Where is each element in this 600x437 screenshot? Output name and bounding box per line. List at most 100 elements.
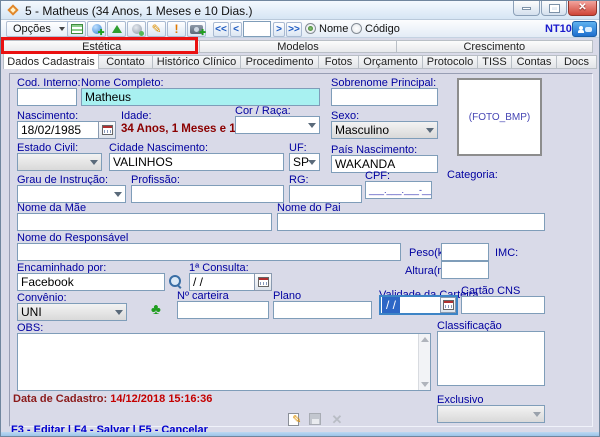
validade-selected-text: / / [382,297,400,313]
validade-calendar-button[interactable] [440,297,456,313]
edit-note-icon: ✎ [288,413,299,426]
search-icon[interactable] [168,274,182,288]
tab-historico-clinico[interactable]: Histórico Clínico [153,55,241,69]
app-window: 5 - Matheus (34 Anos, 1 Meses e 10 Dias.… [0,0,600,437]
tab-estetica[interactable]: Estética [3,40,200,53]
minimize-icon [522,7,531,10]
edit-note-button[interactable]: ✎ [284,411,302,427]
tab-modelos[interactable]: Modelos [200,40,396,53]
cod-interno-input[interactable] [17,88,77,106]
data-cadastro-value: 14/12/2018 15:16:36 [110,393,212,405]
edit-button[interactable]: ✎ [147,21,166,37]
app-diamond-icon [7,4,18,15]
nascimento-calendar-button[interactable] [98,121,116,139]
cor-raca-select[interactable] [235,116,320,134]
nav-last-button[interactable]: >> [286,22,302,37]
record-search-input[interactable] [243,21,271,37]
scroll-up-icon [421,337,429,342]
chevron-down-icon [115,310,123,315]
cancel-icon: ✕ [332,413,343,426]
tab-dados-cadastrais[interactable]: Dados Cadastrais [3,53,99,69]
user-status-icon [132,24,142,34]
patient-photo-placeholder: (FOTO_BMP) [457,78,542,156]
save-button[interactable] [306,411,324,427]
toolbar: Opções ✚ ✎ ! ✚ << < > >> Nome Código NT1… [1,20,599,38]
nome-completo-input[interactable]: Matheus [81,88,320,106]
tab-contas[interactable]: Contas [512,55,557,69]
chevron-down-icon [59,27,65,31]
user-status-button[interactable] [127,21,146,37]
peso-input[interactable] [441,243,489,261]
tab-tiss[interactable]: TISS [478,55,512,69]
cidade-nascimento-input[interactable]: VALINHOS [109,153,284,171]
chevron-down-icon [90,160,98,165]
calendar-icon [102,125,113,135]
radio-nome-label: Nome [319,23,348,35]
responsavel-input[interactable] [17,243,401,261]
radio-codigo[interactable] [351,23,362,34]
tab-contato[interactable]: Contato [99,55,153,69]
consulta-calendar-button[interactable] [254,273,272,291]
close-button[interactable]: ✕ [568,1,597,16]
rg-input[interactable] [289,185,362,203]
encaminhado-input[interactable]: Facebook [17,273,165,291]
cartao-cns-input[interactable] [461,296,545,314]
chevron-down-icon [533,412,541,417]
options-label: Opções [7,23,51,35]
pencil-icon: ✎ [151,23,161,35]
secondary-tab-bar: Estética Modelos Crescimento [3,40,593,53]
triangle-button[interactable] [107,21,126,37]
classificacao-listbox[interactable] [437,331,545,386]
tab-fotos[interactable]: Fotos [319,55,359,69]
nav-first-button[interactable]: << [213,22,229,37]
calendar-icon [443,300,454,310]
tab-protocolo[interactable]: Protocolo [423,55,478,69]
maximize-icon [550,5,559,12]
add-record-button[interactable]: ✚ [87,21,106,37]
nascimento-input[interactable]: 18/02/1985 [17,121,99,139]
data-cadastro-label: Data de Cadastro: [13,393,107,405]
alert-button[interactable]: ! [167,21,186,37]
validade-input[interactable]: / / [379,295,458,315]
estado-civil-select[interactable] [17,153,102,171]
uf-select[interactable]: SP [289,153,320,171]
nav-next-button[interactable]: > [273,22,285,37]
profissao-input[interactable] [131,185,284,203]
radio-nome[interactable] [305,23,316,34]
tab-crescimento[interactable]: Crescimento [397,40,593,53]
cancel-button[interactable]: ✕ [328,411,346,427]
convenio-select[interactable]: UNI [17,303,127,321]
speech-bubble-icon [585,27,592,32]
minimize-button[interactable] [513,1,540,16]
data-cadastro: Data de Cadastro: 14/12/2018 15:16:36 [13,393,212,405]
sexo-select[interactable]: Masculino [331,121,438,139]
add-plan-clover-icon[interactable]: ♣ [151,302,161,317]
obs-textarea[interactable] [17,333,431,391]
chevron-down-icon [308,123,316,128]
nome-pai-input[interactable] [277,213,545,231]
altura-input[interactable] [441,261,489,279]
sobrenome-input[interactable] [331,88,438,106]
form-button[interactable] [67,21,86,37]
chevron-down-icon [308,160,316,165]
options-menu-button[interactable]: Opções [6,21,70,37]
tab-docs[interactable]: Docs [557,55,597,69]
exclusivo-select[interactable] [437,405,545,423]
consulta-input[interactable]: / / [189,273,255,291]
tab-orcamento[interactable]: Orçamento [359,55,423,69]
camera-button[interactable]: ✚ [187,21,206,37]
cpf-input[interactable]: ___.___.___-__ [365,181,432,199]
plano-input[interactable] [273,301,372,319]
grau-instrucao-select[interactable] [17,185,126,203]
scrollbar[interactable] [418,334,430,390]
contacts-chat-button[interactable] [572,21,597,37]
maximize-button[interactable] [541,1,567,16]
tab-procedimento[interactable]: Procedimento [241,55,319,69]
dados-cadastrais-panel: Cod. Interno: Nome Completo: Matheus Sob… [1,69,600,437]
nav-prev-button[interactable]: < [230,22,242,37]
form-icon [71,24,83,34]
calendar-icon [258,277,269,287]
close-icon: ✕ [578,3,586,13]
nome-mae-input[interactable] [17,213,272,231]
ncarteira-input[interactable] [177,301,269,319]
